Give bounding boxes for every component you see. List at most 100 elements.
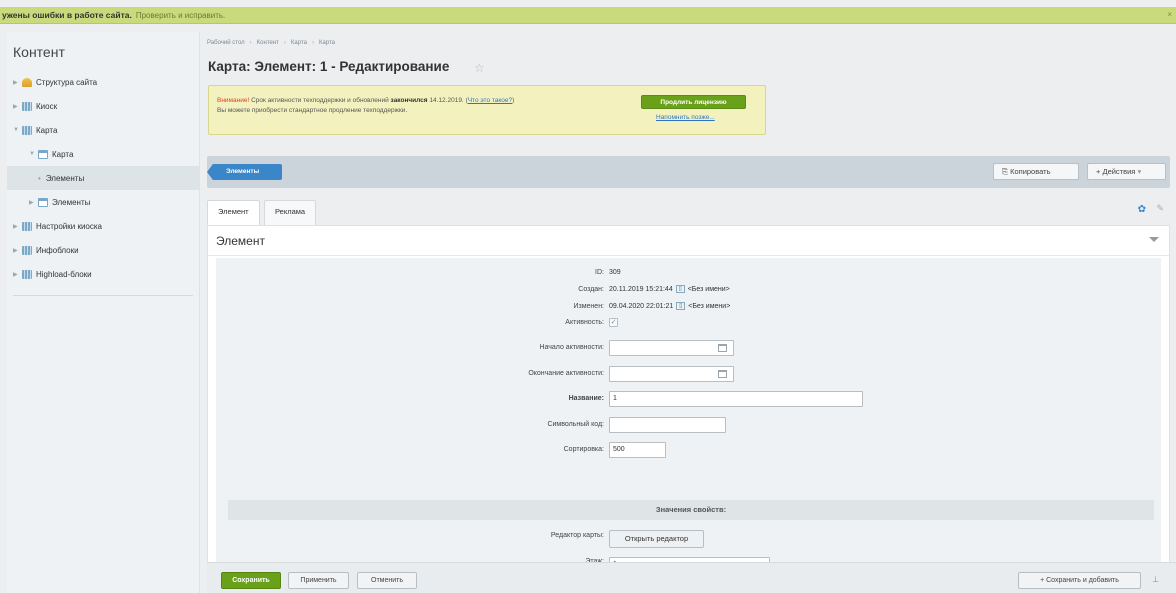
element-panel: Элемент ID: 309 Создан: 20.11.2019 15:21…	[207, 225, 1170, 584]
remind-later-link[interactable]: Напомнить позже...	[656, 114, 715, 121]
favorite-star-icon[interactable]: ☆	[474, 61, 485, 75]
actions-button[interactable]: + Действия ▾	[1087, 163, 1166, 180]
name-label: Название:	[568, 395, 604, 402]
name-input[interactable]: 1	[609, 391, 863, 407]
calendar-icon[interactable]	[718, 370, 727, 378]
sidebar-item-kiosk-settings[interactable]: ▶ Настройки киоска	[7, 214, 199, 238]
breadcrumb-separator: ›	[311, 40, 314, 46]
plus-icon: +	[1096, 167, 1101, 176]
copy-button-label: Копировать	[1010, 167, 1051, 176]
notice-text: 14.12.2019. (	[427, 97, 468, 104]
renew-license-button[interactable]: Продлить лицензию	[641, 95, 746, 109]
page-title: Карта: Элемент: 1 - Редактирование	[208, 59, 450, 74]
expand-arrow-icon[interactable]: ▶	[13, 247, 21, 254]
active-from-label: Начало активности:	[539, 344, 604, 351]
grid-icon	[22, 269, 32, 279]
row-map-editor: Редактор карты: Открыть редактор	[216, 529, 1161, 549]
active-label: Активность:	[565, 319, 604, 326]
expand-arrow-icon[interactable]: ▶	[29, 199, 37, 206]
code-input[interactable]	[609, 417, 726, 433]
sidebar-item-kiosk[interactable]: ▶ Киоск	[7, 94, 199, 118]
main-content: Рабочий стол › Контент › Карта › Карта Карта: …	[200, 32, 1176, 593]
row-active: Активность: ✓	[216, 313, 1161, 333]
collapse-arrow-icon[interactable]: ▼	[13, 127, 21, 133]
calendar-icon	[38, 149, 48, 159]
breadcrumb-item[interactable]: Карта	[291, 40, 307, 46]
fix-errors-link[interactable]: Проверить и исправить.	[136, 11, 225, 20]
active-from-input[interactable]	[609, 340, 734, 356]
sidebar-item-label: Элементы	[52, 197, 91, 207]
copy-icon: ⎘	[1002, 167, 1008, 176]
what-is-this-link[interactable]: Что это такое?	[468, 97, 512, 104]
apply-button[interactable]: Применить	[288, 572, 349, 589]
user-link-icon[interactable]: []	[676, 302, 686, 311]
context-toolbar: Элементы ⎘ Копировать + Действия ▾	[207, 156, 1170, 188]
sort-label: Сортировка:	[563, 446, 604, 453]
sidebar-item-elements[interactable]: ▶ Элементы	[7, 190, 199, 214]
collapse-panel-icon[interactable]	[1149, 237, 1159, 242]
sidebar-item-infoblocks[interactable]: ▶ Инфоблоки	[7, 238, 199, 262]
tab-advertising[interactable]: Реклама	[264, 200, 317, 225]
row-active-from: Начало активности:	[216, 338, 1161, 358]
sidebar-item-highload[interactable]: ▶ Highload-блоки	[7, 262, 199, 286]
breadcrumb-separator: ›	[249, 40, 252, 46]
modified-date: 09.04.2020 22:01:21	[609, 303, 674, 310]
expand-arrow-icon[interactable]: ▶	[13, 103, 21, 110]
active-to-input[interactable]	[609, 366, 734, 382]
save-button[interactable]: Сохранить	[221, 572, 281, 589]
expand-arrow-icon[interactable]: ▶	[13, 271, 21, 278]
sidebar-item-map-iblock[interactable]: ▼ Карта	[7, 142, 199, 166]
properties-section-header: Значения свойств:	[228, 500, 1154, 520]
sidebar-item-map[interactable]: ▼ Карта	[7, 118, 199, 142]
pin-icon[interactable]: ✎	[1156, 203, 1164, 214]
site-errors-text: ужены ошибки в работе сайта.	[2, 10, 132, 20]
sidebar-divider	[13, 295, 193, 296]
sort-input[interactable]: 500	[609, 442, 666, 458]
license-notice: Внимание! Срок активности техподдержки и…	[208, 85, 766, 135]
active-checkbox[interactable]: ✓	[609, 318, 618, 327]
sidebar-item-label: Структура сайта	[36, 77, 98, 87]
sidebar-item-elements-active[interactable]: • Элементы	[7, 166, 199, 190]
breadcrumb-item[interactable]: Карта	[319, 40, 335, 46]
breadcrumb-separator: ›	[283, 40, 286, 46]
open-editor-button[interactable]: Открыть редактор	[609, 530, 704, 548]
row-code: Символьный код:	[216, 415, 1161, 435]
row-name: Название: 1	[216, 389, 1161, 409]
notice-line-2: Вы можете приобрести стандартное продлен…	[217, 107, 408, 114]
active-to-label: Окончание активности:	[528, 370, 604, 377]
created-user[interactable]: <Без имени>	[688, 286, 730, 293]
sidebar-item-site-structure[interactable]: ▶ Структура сайта	[7, 70, 199, 94]
chevron-down-icon: ▾	[1137, 167, 1142, 176]
breadcrumb-item[interactable]: Контент	[257, 40, 279, 46]
code-label: Символьный код:	[547, 421, 604, 428]
notice-text: Срок активности техподдержки и обновлени…	[249, 97, 391, 104]
copy-button[interactable]: ⎘ Копировать	[993, 163, 1079, 180]
collapse-arrow-icon[interactable]: ▼	[29, 151, 37, 157]
sidebar-item-label: Инфоблоки	[36, 245, 79, 255]
created-date: 20.11.2019 15:21:44	[609, 286, 673, 293]
site-structure-icon	[22, 77, 32, 87]
save-and-add-label: Сохранить и добавить	[1046, 577, 1119, 584]
actions-button-label: Действия	[1102, 167, 1136, 176]
map-editor-label: Редактор карты:	[550, 532, 604, 539]
save-and-add-button[interactable]: + Сохранить и добавить	[1018, 572, 1141, 589]
notice-text-bold: закончился	[390, 97, 428, 104]
notice-line-1: Внимание! Срок активности техподдержки и…	[217, 97, 514, 104]
modified-user[interactable]: <Без имени>	[688, 303, 730, 310]
settings-gear-icon[interactable]: ✿	[1138, 204, 1146, 215]
cancel-button[interactable]: Отменить	[357, 572, 417, 589]
calendar-icon[interactable]	[718, 344, 727, 352]
user-link-icon[interactable]: []	[675, 285, 685, 294]
expand-arrow-icon[interactable]: ▶	[13, 79, 21, 86]
calendar-icon	[38, 197, 48, 207]
grid-icon	[22, 125, 32, 135]
close-icon[interactable]: ×	[1167, 10, 1172, 19]
expand-arrow-icon[interactable]: ▶	[13, 223, 21, 230]
pin-footer-icon[interactable]: ⊥	[1152, 575, 1159, 584]
sidebar-item-label: Highload-блоки	[36, 269, 92, 279]
notice-attention: Внимание!	[217, 97, 250, 104]
breadcrumb-item[interactable]: Рабочий стол	[207, 40, 245, 46]
tab-element[interactable]: Элемент	[207, 200, 260, 225]
grid-icon	[22, 245, 32, 255]
elements-back-button[interactable]: Элементы	[207, 164, 282, 180]
